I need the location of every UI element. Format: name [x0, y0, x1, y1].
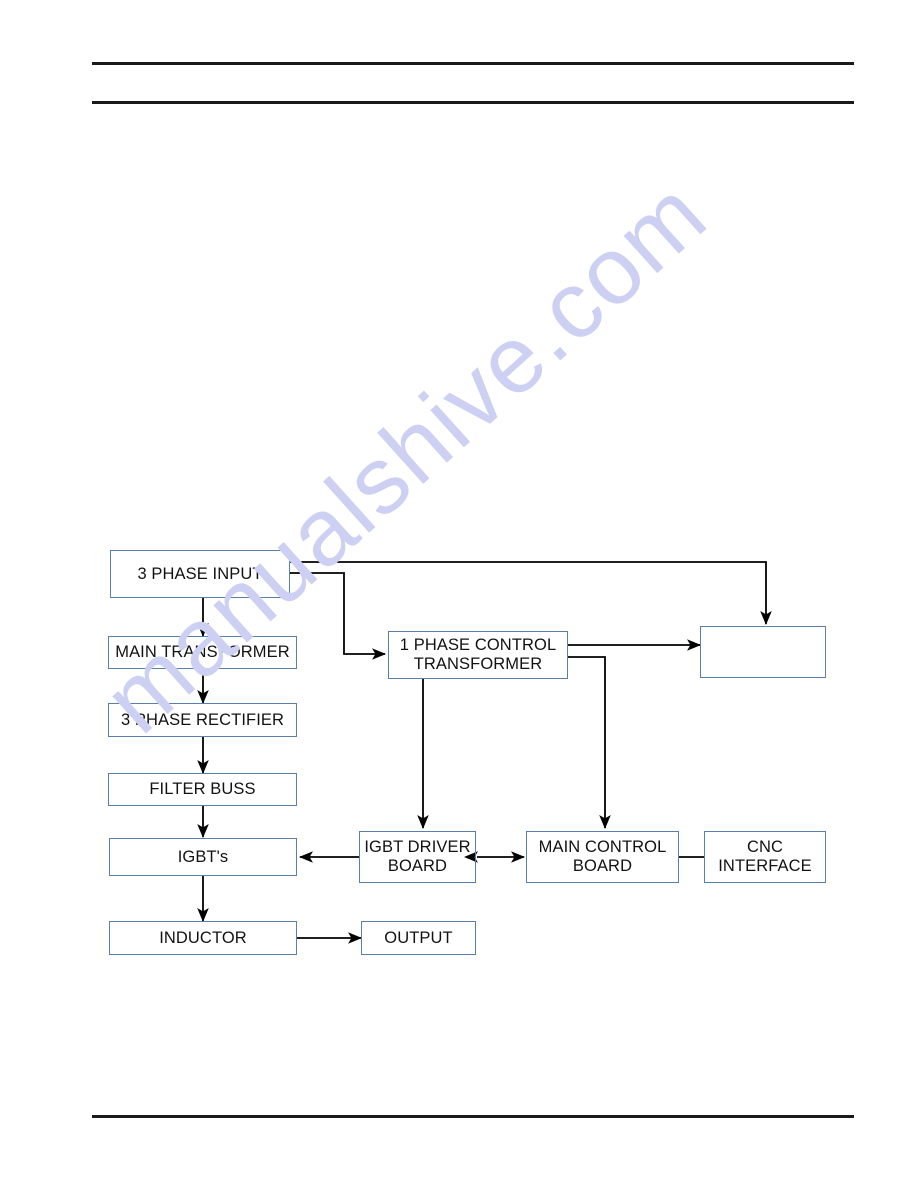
node-inductor[interactable]: INDUCTOR: [109, 921, 297, 955]
node-main-transformer[interactable]: MAIN TRANSFORMER: [108, 636, 297, 669]
node-igbt-driver-board-label: IGBT DRIVER BOARD: [364, 838, 471, 875]
node-main-transformer-label: MAIN TRANSFORMER: [115, 643, 290, 662]
edge-control-transformer-to-main-control-board: [568, 656, 611, 829]
node-cnc-interface-label: CNC INTERFACE: [718, 838, 812, 875]
node-filter-buss[interactable]: FILTER BUSS: [108, 773, 297, 806]
node-three-phase-input[interactable]: 3 PHASE INPUT: [110, 550, 290, 598]
node-three-phase-input-label: 3 PHASE INPUT: [137, 564, 263, 583]
node-main-control-board[interactable]: MAIN CONTROL BOARD: [526, 831, 679, 883]
node-main-control-board-label: MAIN CONTROL BOARD: [538, 838, 667, 875]
block-diagram: 3 PHASE INPUT MAIN TRANSFORMER 3 PHASE R…: [0, 0, 918, 1188]
edge-input-to-unlabeled-box: [290, 561, 772, 625]
edge-input-to-control-transformer: [290, 572, 386, 660]
node-three-phase-rectifier-label: 3 PHASE RECTIFIER: [120, 710, 285, 729]
node-inductor-label: INDUCTOR: [159, 928, 247, 947]
node-cnc-interface[interactable]: CNC INTERFACE: [704, 831, 826, 883]
node-one-phase-control-transformer-label: 1 PHASE CONTROL TRANSFORMER: [399, 636, 557, 673]
node-output[interactable]: OUTPUT: [361, 921, 476, 955]
node-igbts[interactable]: IGBT's: [109, 838, 297, 876]
node-igbts-label: IGBT's: [177, 847, 229, 866]
node-one-phase-control-transformer[interactable]: 1 PHASE CONTROL TRANSFORMER: [388, 631, 568, 679]
node-three-phase-rectifier[interactable]: 3 PHASE RECTIFIER: [108, 703, 297, 737]
node-igbt-driver-board[interactable]: IGBT DRIVER BOARD: [359, 831, 476, 883]
node-filter-buss-label: FILTER BUSS: [149, 780, 256, 799]
node-unlabeled-box[interactable]: [700, 626, 826, 678]
node-output-label: OUTPUT: [384, 928, 453, 947]
document-page: manualshive.com 3 PHASE INPUT MAIN TRANS…: [0, 0, 918, 1188]
